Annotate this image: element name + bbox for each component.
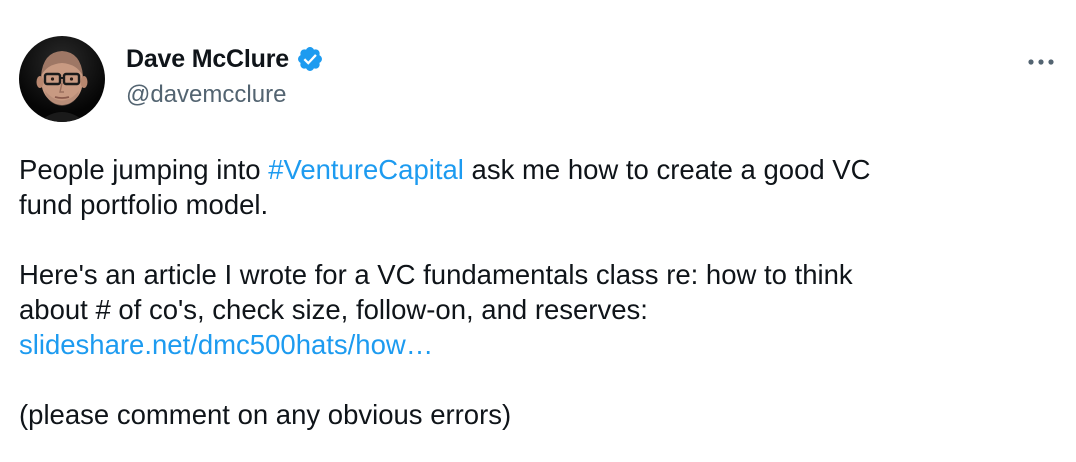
author-handle[interactable]: @davemcclure bbox=[126, 81, 324, 109]
tweet-paragraph-3: (please comment on any obvious errors) bbox=[19, 399, 512, 430]
text-segment: Here's an article I wrote for a VC funda… bbox=[19, 259, 853, 290]
hashtag-link[interactable]: #VentureCapital bbox=[268, 154, 464, 185]
avatar-portrait-icon bbox=[36, 51, 88, 122]
tweet-text: People jumping into #VentureCapital ask … bbox=[19, 152, 1049, 432]
more-horizontal-icon[interactable] bbox=[1023, 50, 1059, 74]
text-segment: ask me how to create a good VC bbox=[463, 154, 871, 185]
text-segment: fund portfolio model. bbox=[19, 189, 269, 220]
tweet-header: Dave McClure @davemcclure bbox=[19, 36, 1059, 126]
avatar[interactable] bbox=[19, 36, 105, 122]
author-names: Dave McClure @davemcclure bbox=[126, 42, 324, 109]
verified-badge-icon[interactable] bbox=[296, 45, 324, 73]
article-link[interactable]: slideshare.net/dmc500hats/how… bbox=[19, 329, 433, 360]
text-segment: People jumping into bbox=[19, 154, 269, 185]
display-name-row: Dave McClure bbox=[126, 42, 324, 76]
text-segment: about # of co's, check size, follow-on, … bbox=[19, 294, 648, 325]
tweet-paragraph-1: People jumping into #VentureCapital ask … bbox=[19, 152, 1049, 222]
tweet: Dave McClure @davemcclure People jumping… bbox=[0, 0, 1076, 462]
tweet-paragraph-2: Here's an article I wrote for a VC funda… bbox=[19, 257, 1049, 362]
display-name[interactable]: Dave McClure bbox=[126, 45, 289, 74]
